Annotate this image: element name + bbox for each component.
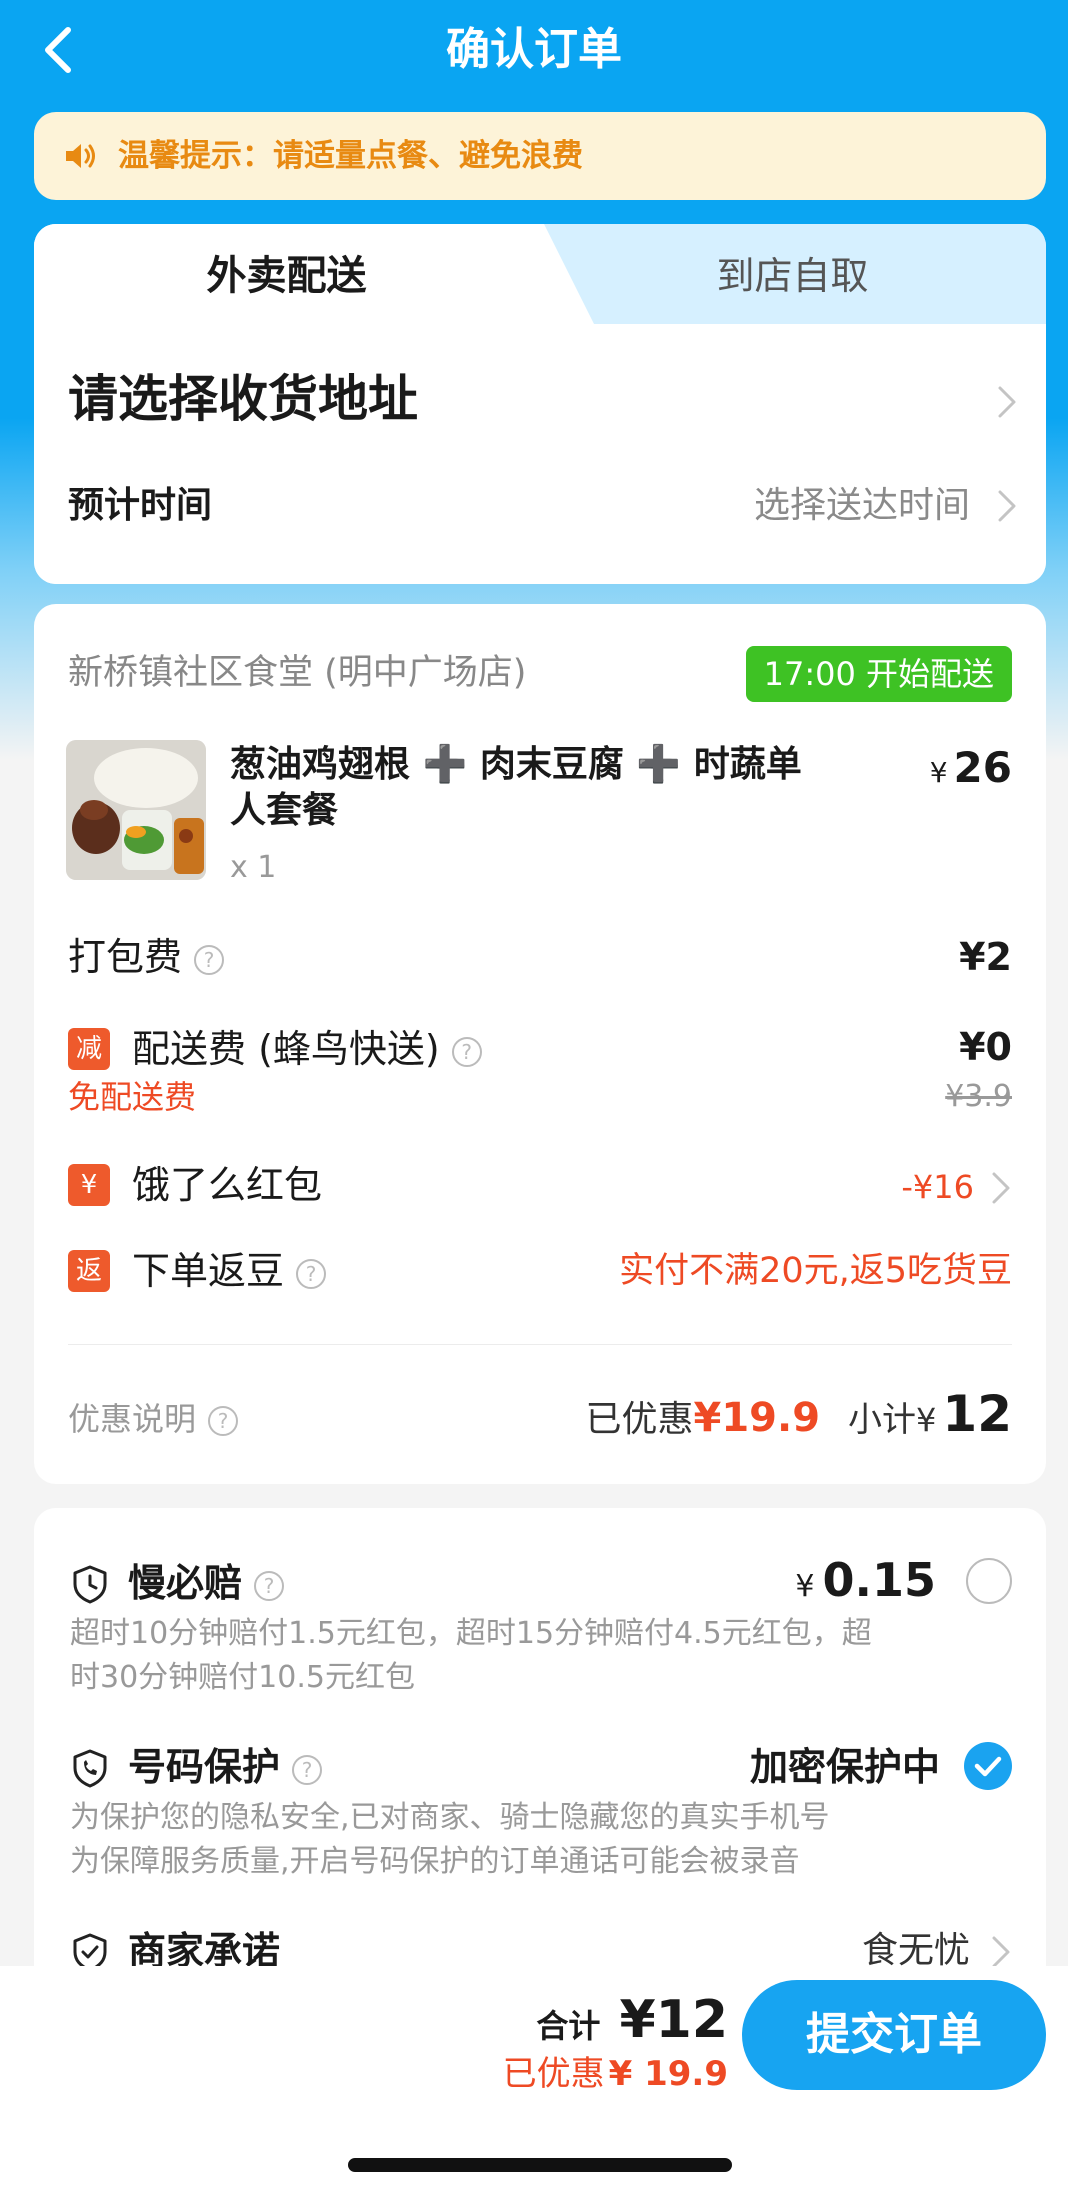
phone-shield-icon (73, 1749, 107, 1788)
speaker-icon (66, 144, 95, 168)
help-icon[interactable]: ? (254, 1570, 285, 1601)
clock-shield-icon (73, 1565, 107, 1604)
number-protect-status: 加密保护中 (749, 1745, 940, 1789)
tab-delivery[interactable]: 外卖配送 (34, 248, 539, 304)
chevron-right-icon[interactable] (990, 1170, 1012, 1206)
chevron-right-icon[interactable] (996, 384, 1018, 420)
order-card: 新桥镇社区食堂 (明中广场店) 17:00 开始配送 葱油鸡翅根 ➕ 肉末豆腐 … (34, 604, 1046, 1484)
number-protect-desc-line2: 为保障服务质量,开启号码保护的订单通话可能会被录音 (70, 1844, 800, 1879)
help-icon[interactable]: ? (208, 1406, 239, 1436)
home-indicator (348, 2158, 732, 2172)
eta-label: 预计时间 (68, 485, 213, 526)
page-title: 确认订单 (446, 24, 622, 75)
free-delivery-note: 免配送费 (68, 1078, 197, 1116)
address-selector[interactable]: 请选择收货地址 (68, 364, 418, 434)
notice-banner: 温馨提示：请适量点餐、避免浪费 (34, 112, 1046, 200)
delivery-card: 外卖配送 到店自取 请选择收货地址 预计时间 选择送达时间 (34, 224, 1046, 584)
packing-fee-label: 打包费? (68, 930, 225, 984)
food-quantity: x 1 (230, 850, 277, 885)
chevron-right-icon[interactable] (996, 488, 1018, 524)
food-price: ¥26 (929, 743, 1012, 792)
notice-text: 温馨提示：请适量点餐、避免浪费 (118, 138, 583, 174)
subtotal-summary: 已优惠¥19.9 小计¥ 12 (586, 1384, 1013, 1456)
original-delivery-fee: ¥3.9 (945, 1079, 1012, 1114)
total-label: 合计 (536, 2007, 601, 2045)
subtotal-value: 12 (942, 1385, 1012, 1443)
divider (68, 1344, 1012, 1345)
help-icon[interactable]: ? (451, 1036, 482, 1067)
total-value: ¥12 (619, 1990, 728, 2050)
store-name[interactable]: 新桥镇社区食堂 (明中广场店) (68, 648, 526, 698)
bean-reward-label: 下单返豆? (132, 1244, 327, 1298)
help-icon[interactable]: ? (292, 1754, 323, 1785)
help-icon[interactable]: ? (296, 1258, 327, 1289)
subtotal-currency: ¥ (916, 1401, 937, 1439)
eta-selector[interactable]: 选择送达时间 (754, 480, 970, 532)
red-packet-tag: ¥ (68, 1164, 110, 1206)
checkmark-icon (974, 1756, 1002, 1777)
packing-fee-value: ¥2 (959, 935, 1012, 979)
chevron-right-icon[interactable] (990, 1934, 1012, 1970)
discounted-label: 已优惠 (585, 1399, 694, 1440)
food-name: 葱油鸡翅根 ➕ 肉末豆腐 ➕ 时蔬单人套餐 (230, 744, 802, 831)
red-packet-value[interactable]: -¥16 (901, 1160, 974, 1214)
discount-tag: 减 (68, 1028, 110, 1070)
ship-time-badge: 17:00 开始配送 (745, 646, 1012, 702)
late-comp-price: ¥0.15 (795, 1553, 936, 1607)
help-icon[interactable]: ? (194, 944, 225, 975)
total-discount: 已优惠 ¥ 19.9 (502, 2054, 728, 2094)
number-protect-desc-line1: 为保护您的隐私安全,已对商家、骑士隐藏您的真实手机号 (70, 1800, 830, 1835)
delivery-fee-value: ¥0 (959, 1025, 1012, 1069)
subtotal-label: 小计 (848, 1400, 917, 1440)
submit-order-button[interactable]: 提交订单 (742, 1980, 1046, 2090)
discounted-value: ¥19.9 (693, 1395, 821, 1441)
late-comp-desc-line1: 超时10分钟赔付1.5元红包，超时15分钟赔付4.5元红包，超 (70, 1616, 872, 1651)
food-photo-icon (66, 740, 206, 880)
delivery-fee-label: 配送费 (蜂鸟快送)? (132, 1022, 482, 1076)
bean-reward-tag: 返 (68, 1250, 110, 1292)
number-protect-title: 号码保护? (128, 1740, 323, 1794)
number-protect-checkbox[interactable] (964, 1742, 1012, 1790)
late-comp-radio[interactable] (966, 1558, 1012, 1604)
services-card: 慢必赔? ¥0.15 超时10分钟赔付1.5元红包，超时15分钟赔付4.5元红包… (34, 1508, 1046, 2028)
discount-info-label[interactable]: 优惠说明? (68, 1394, 239, 1444)
late-comp-title: 慢必赔? (128, 1556, 285, 1610)
tab-pickup[interactable]: 到店自取 (539, 248, 1046, 304)
food-image (66, 740, 206, 880)
late-comp-desc-line2: 时30分钟赔付10.5元红包 (70, 1660, 415, 1695)
bean-reward-value: 实付不满20元,返5吃货豆 (619, 1251, 1012, 1291)
red-packet-label: 饿了么红包 (132, 1163, 323, 1207)
